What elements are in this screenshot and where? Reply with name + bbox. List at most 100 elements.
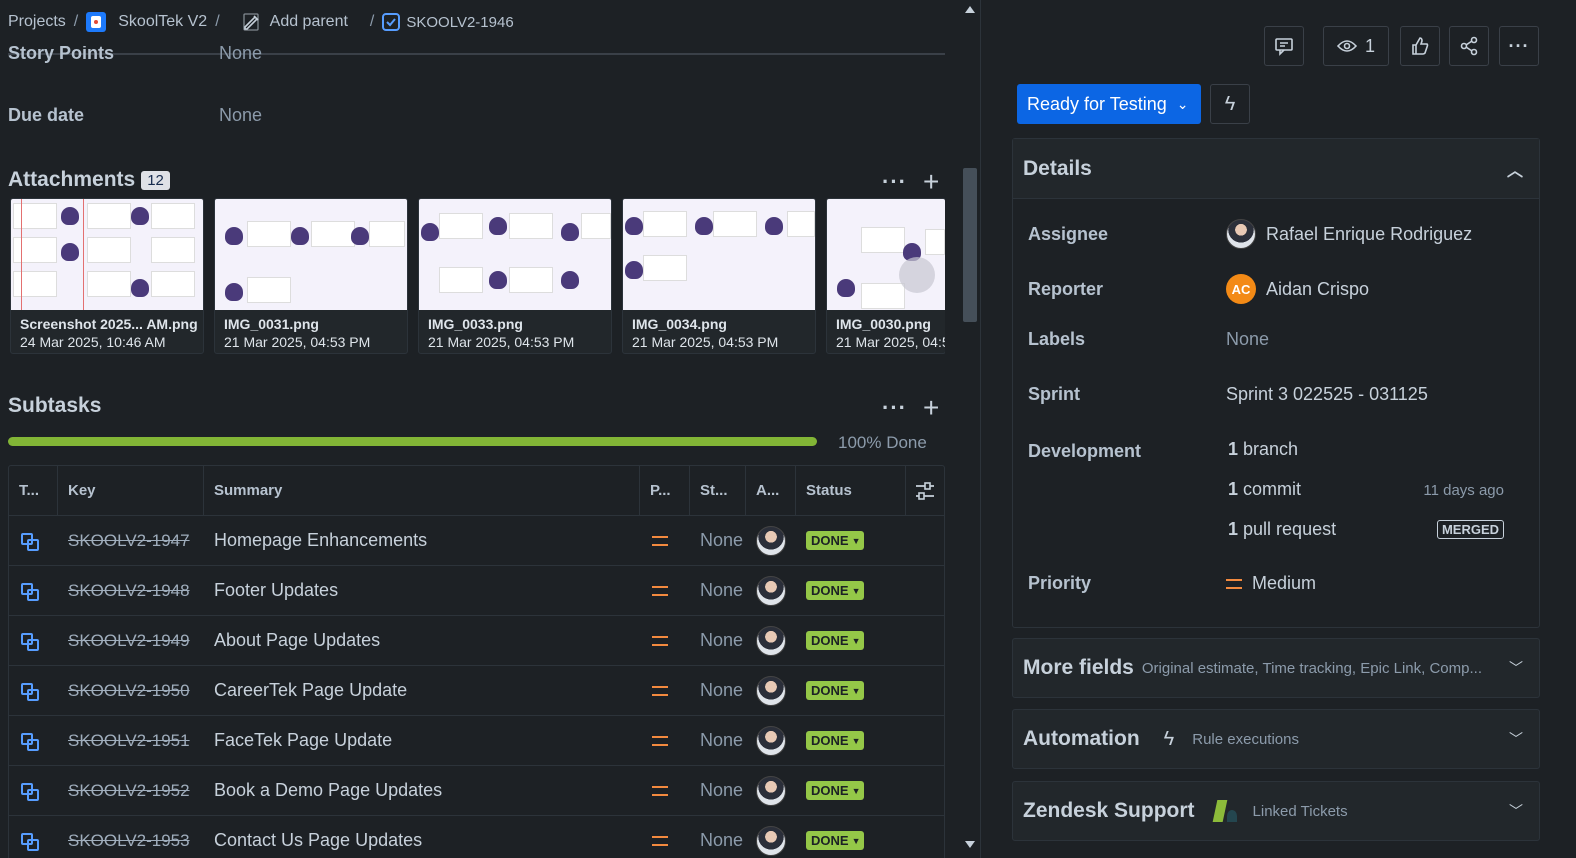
subtask-summary[interactable]: FaceTek Page Update	[214, 730, 392, 751]
attachments-count-badge: 12	[141, 170, 170, 190]
carousel-next-icon[interactable]	[899, 257, 935, 293]
pr-merged-badge: MERGED	[1436, 520, 1504, 539]
status-lozenge[interactable]: DONE ▼	[806, 731, 865, 750]
table-row[interactable]: SKOOLV2-1952 Book a Demo Page Updates No…	[9, 766, 944, 816]
more-fields-section[interactable]: More fields Original estimate, Time trac…	[1012, 638, 1540, 698]
status-lozenge[interactable]: DONE ▼	[806, 781, 865, 800]
subtask-summary[interactable]: About Page Updates	[214, 630, 380, 651]
table-row[interactable]: SKOOLV2-1950 CareerTek Page Update None …	[9, 666, 944, 716]
status-lozenge[interactable]: DONE ▼	[806, 581, 865, 600]
column-header-priority[interactable]: P...	[640, 466, 690, 515]
zendesk-section[interactable]: Zendesk Support Linked Tickets ﹀	[1012, 781, 1540, 841]
status-lozenge[interactable]: DONE ▼	[806, 681, 865, 700]
subtask-icon	[20, 532, 39, 551]
breadcrumb-issue[interactable]: SKOOLV2-1946	[382, 13, 514, 31]
subtask-summary[interactable]: CareerTek Page Update	[214, 680, 407, 701]
attachment-card[interactable]: Screenshot 2025... AM.png 24 Mar 2025, 1…	[10, 198, 204, 354]
share-button[interactable]	[1449, 26, 1489, 66]
column-header-assignee[interactable]: A...	[746, 466, 796, 515]
add-subtask-icon[interactable]: +	[923, 392, 939, 424]
attachment-date: 24 Mar 2025, 10:46 AM	[20, 334, 166, 350]
reporter-value[interactable]: AC Aidan Crispo	[1226, 274, 1369, 304]
chevron-down-icon: ▼	[851, 785, 861, 796]
vote-button[interactable]	[1400, 26, 1440, 66]
attachment-card[interactable]: IMG_0031.png 21 Mar 2025, 04:53 PM	[214, 198, 408, 354]
attachment-name: Screenshot 2025... AM.png	[20, 316, 198, 332]
column-header-key[interactable]: Key	[58, 466, 204, 515]
avatar[interactable]	[756, 675, 786, 706]
table-row[interactable]: SKOOLV2-1951 FaceTek Page Update None DO…	[9, 716, 944, 766]
scroll-down-icon[interactable]	[965, 841, 975, 848]
avatar[interactable]	[756, 825, 786, 856]
due-date-value[interactable]: None	[219, 105, 262, 126]
subtask-key[interactable]: SKOOLV2-1952	[68, 781, 190, 801]
dev-commit-link[interactable]: 1 commit	[1228, 479, 1301, 500]
table-row[interactable]: SKOOLV2-1953 Contact Us Page Updates Non…	[9, 816, 944, 858]
attachment-card[interactable]: IMG_0030.png 21 Mar 2025, 04:53 PM	[826, 198, 945, 354]
scrollbar-thumb[interactable]	[963, 168, 977, 322]
avatar[interactable]	[756, 775, 786, 806]
subtask-summary[interactable]: Book a Demo Page Updates	[214, 780, 442, 801]
breadcrumb-separator: /	[369, 13, 375, 30]
subtask-summary[interactable]: Homepage Enhancements	[214, 530, 427, 551]
subtask-summary[interactable]: Footer Updates	[214, 580, 338, 601]
subtask-key[interactable]: SKOOLV2-1951	[68, 731, 190, 751]
attachment-card[interactable]: IMG_0033.png 21 Mar 2025, 04:53 PM	[418, 198, 612, 354]
automation-actions-button[interactable]: ϟ	[1210, 84, 1250, 124]
due-date-field: Due date None	[8, 105, 262, 126]
story-points-value[interactable]: None	[219, 46, 262, 66]
dev-branch-count: 1	[1228, 439, 1239, 459]
status-lozenge[interactable]: DONE ▼	[806, 531, 865, 550]
column-header-type[interactable]: T...	[9, 466, 58, 515]
dev-pr-link[interactable]: 1 pull request	[1228, 519, 1336, 540]
subtask-key[interactable]: SKOOLV2-1948	[68, 581, 190, 601]
column-header-status[interactable]: Status	[796, 466, 906, 515]
avatar[interactable]	[756, 725, 786, 756]
status-lozenge[interactable]: DONE ▼	[806, 631, 865, 650]
story-points-value: None	[700, 780, 744, 800]
add-parent-button[interactable]: Add parent	[242, 12, 348, 32]
avatar[interactable]	[756, 575, 786, 606]
details-title: Details	[1023, 156, 1092, 180]
avatar[interactable]	[756, 525, 786, 556]
assignee-value[interactable]: Rafael Enrique Rodriguez	[1226, 219, 1472, 249]
table-row[interactable]: SKOOLV2-1949 About Page Updates None DON…	[9, 616, 944, 666]
scroll-up-icon[interactable]	[965, 6, 975, 13]
subtask-key[interactable]: SKOOLV2-1950	[68, 681, 190, 701]
sprint-link[interactable]: Sprint 3 022525 - 031125	[1226, 384, 1428, 405]
more-actions-icon[interactable]: ···	[882, 395, 907, 421]
subtask-icon	[20, 732, 39, 751]
main-scrollbar[interactable]	[960, 0, 980, 858]
subtask-key[interactable]: SKOOLV2-1947	[68, 531, 190, 551]
status-transition-button[interactable]: Ready for Testing ⌄	[1017, 84, 1201, 124]
subtask-summary[interactable]: Contact Us Page Updates	[214, 830, 422, 851]
more-actions-icon[interactable]: ···	[882, 169, 907, 195]
subtask-key[interactable]: SKOOLV2-1953	[68, 831, 190, 851]
more-actions-button[interactable]: ···	[1499, 26, 1539, 66]
status-label: DONE	[811, 533, 849, 548]
table-row[interactable]: SKOOLV2-1947 Homepage Enhancements None …	[9, 516, 944, 566]
column-settings-icon[interactable]	[906, 466, 944, 515]
feedback-button[interactable]	[1264, 26, 1304, 66]
priority-value[interactable]: Medium	[1226, 573, 1316, 594]
breadcrumb-projects[interactable]: Projects	[8, 13, 66, 31]
avatar[interactable]	[756, 625, 786, 656]
table-row[interactable]: SKOOLV2-1948 Footer Updates None DONE ▼	[9, 566, 944, 616]
attachment-card[interactable]: IMG_0034.png 21 Mar 2025, 04:53 PM	[622, 198, 816, 354]
issue-sidebar: 1 ··· Ready for Testing ⌄ ϟ Details ︿ As…	[980, 0, 1576, 858]
chevron-down-icon: ▼	[851, 685, 861, 696]
column-header-summary[interactable]: Summary	[204, 466, 640, 515]
watch-button[interactable]: 1	[1323, 26, 1389, 66]
labels-value[interactable]: None	[1226, 329, 1269, 350]
table-header: T... Key Summary P... St... A... Status	[9, 466, 944, 516]
add-attachment-icon[interactable]: +	[923, 166, 939, 198]
subtask-key[interactable]: SKOOLV2-1949	[68, 631, 190, 651]
details-header[interactable]: Details ︿	[1013, 139, 1539, 199]
breadcrumb-project[interactable]: SkoolTek V2	[86, 12, 207, 32]
dev-branch-link[interactable]: 1 branch	[1228, 439, 1298, 460]
automation-section[interactable]: Automation ϟ Rule executions ﹀	[1012, 709, 1540, 769]
column-header-story-points[interactable]: St...	[690, 466, 746, 515]
chevron-down-icon: ﹀	[1509, 803, 1523, 819]
status-lozenge[interactable]: DONE ▼	[806, 831, 865, 850]
subtask-icon	[20, 832, 39, 851]
